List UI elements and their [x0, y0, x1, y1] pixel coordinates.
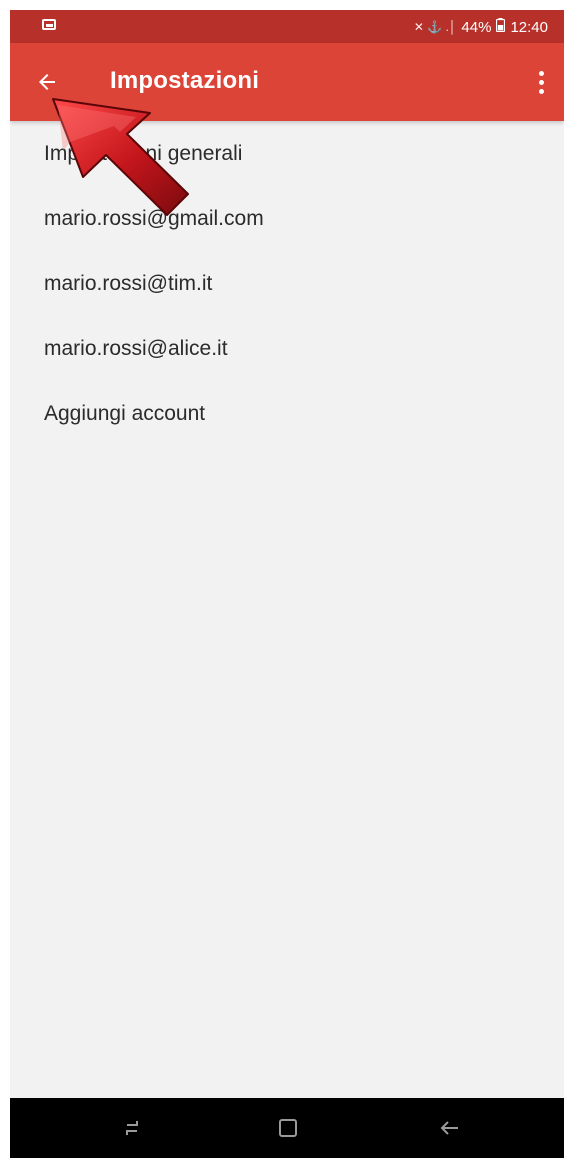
- list-item-label: mario.rossi@tim.it: [44, 271, 213, 295]
- gallery-notification-icon: [42, 19, 56, 30]
- phone-screen: ✕ ⚓ .│ 44% 12:40 Impostazioni Impostazio…: [10, 10, 564, 1158]
- list-item-label: mario.rossi@alice.it: [44, 336, 228, 360]
- settings-item-account-gmail[interactable]: mario.rossi@gmail.com: [10, 186, 564, 251]
- list-item-label: Aggiungi account: [44, 401, 206, 425]
- list-item-label: mario.rossi@gmail.com: [44, 206, 264, 230]
- settings-item-general[interactable]: Impostazioni generali: [10, 121, 564, 186]
- battery-icon: [496, 18, 506, 36]
- home-icon: [279, 1119, 297, 1137]
- system-navigation-bar: [10, 1098, 564, 1158]
- back-button[interactable]: [26, 61, 68, 103]
- settings-item-account-tim[interactable]: mario.rossi@tim.it: [10, 251, 564, 316]
- status-indicators: ✕ ⚓ .│ 44% 12:40: [414, 18, 548, 36]
- network-icons: ✕ ⚓ .│: [413, 20, 457, 34]
- battery-percentage: 44%: [461, 18, 492, 36]
- nav-back-icon: [440, 1121, 458, 1135]
- home-button[interactable]: [268, 1108, 308, 1148]
- app-toolbar: Impostazioni: [10, 43, 564, 121]
- more-options-button[interactable]: [526, 61, 556, 103]
- recents-icon: [126, 1121, 138, 1135]
- recents-button[interactable]: [112, 1108, 152, 1148]
- list-item-label: Impostazioni generali: [44, 141, 243, 165]
- page-title: Impostazioni: [110, 67, 260, 94]
- settings-item-add-account[interactable]: Aggiungi account: [10, 381, 564, 446]
- system-back-button[interactable]: [430, 1108, 470, 1148]
- arrow-back-icon: [39, 74, 55, 90]
- more-vert-icon: [538, 70, 544, 76]
- clock: 12:40: [510, 18, 548, 36]
- settings-item-account-alice[interactable]: mario.rossi@alice.it: [10, 316, 564, 381]
- status-bar: ✕ ⚓ .│ 44% 12:40: [10, 10, 564, 43]
- settings-list: Impostazioni generali mario.rossi@gmail.…: [10, 121, 564, 446]
